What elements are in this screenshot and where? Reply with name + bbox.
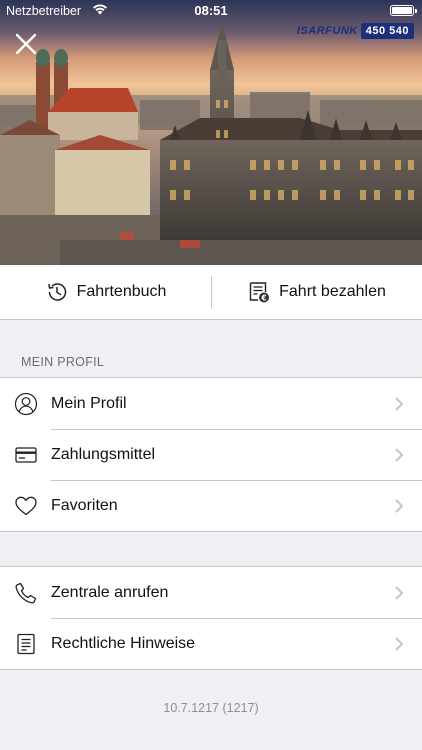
menu-item-label: Zahlungsmittel <box>51 445 156 463</box>
menu-item-my-profile[interactable]: Mein Profil <box>0 378 422 429</box>
user-icon <box>14 392 38 416</box>
brand-name: ISARFUNK <box>296 25 358 37</box>
clock: 08:51 <box>194 3 228 18</box>
close-button[interactable] <box>12 30 40 58</box>
support-menu-group: Zentrale anrufen Rechtliche Hinweise <box>0 566 422 670</box>
menu-item-favorites[interactable]: Favoriten <box>0 480 422 531</box>
battery-icon <box>390 5 417 16</box>
history-clock-icon <box>47 283 66 301</box>
menu-item-label: Zentrale anrufen <box>51 583 169 601</box>
app-version: 10.7.1217 (1217) <box>163 701 259 715</box>
profile-section-header: MEIN PROFIL <box>21 355 105 369</box>
chevron-right-icon <box>395 448 403 462</box>
brand-phone-number: 450 540 <box>360 23 414 39</box>
credit-card-icon <box>15 447 37 463</box>
menu-item-payment-methods[interactable]: Zahlungsmittel <box>0 429 422 480</box>
status-bar: Netzbetreiber 08:51 <box>0 0 422 22</box>
phone-icon <box>15 582 37 604</box>
chevron-right-icon <box>395 397 403 411</box>
menu-item-legal-notices[interactable]: Rechtliche Hinweise <box>0 618 422 669</box>
svg-text:€: € <box>261 293 267 302</box>
ride-history-label: Fahrtenbuch <box>76 283 167 300</box>
menu-item-label: Rechtliche Hinweise <box>51 634 196 652</box>
menu-item-label: Favoriten <box>51 496 118 514</box>
pay-ride-button[interactable]: € Fahrt bezahlen <box>211 265 422 319</box>
quick-actions-bar: Fahrtenbuch € Fahrt bezahlen <box>0 265 422 320</box>
close-icon <box>15 33 37 55</box>
menu-item-label: Mein Profil <box>51 394 127 412</box>
chevron-right-icon <box>395 637 403 651</box>
receipt-euro-icon: € <box>249 282 270 303</box>
menu-item-call-dispatch[interactable]: Zentrale anrufen <box>0 567 422 618</box>
pay-ride-label: Fahrt bezahlen <box>279 283 386 300</box>
actions-divider <box>211 276 212 309</box>
ride-history-button[interactable]: Fahrtenbuch <box>0 265 211 319</box>
document-icon <box>17 633 35 655</box>
chevron-right-icon <box>395 586 403 600</box>
profile-menu-group: Mein Profil Zahlungsmittel Favoriten <box>0 377 422 532</box>
heart-icon <box>15 496 37 516</box>
chevron-right-icon <box>395 499 403 513</box>
isarfunk-logo: ISARFUNK 450 540 <box>297 22 414 40</box>
